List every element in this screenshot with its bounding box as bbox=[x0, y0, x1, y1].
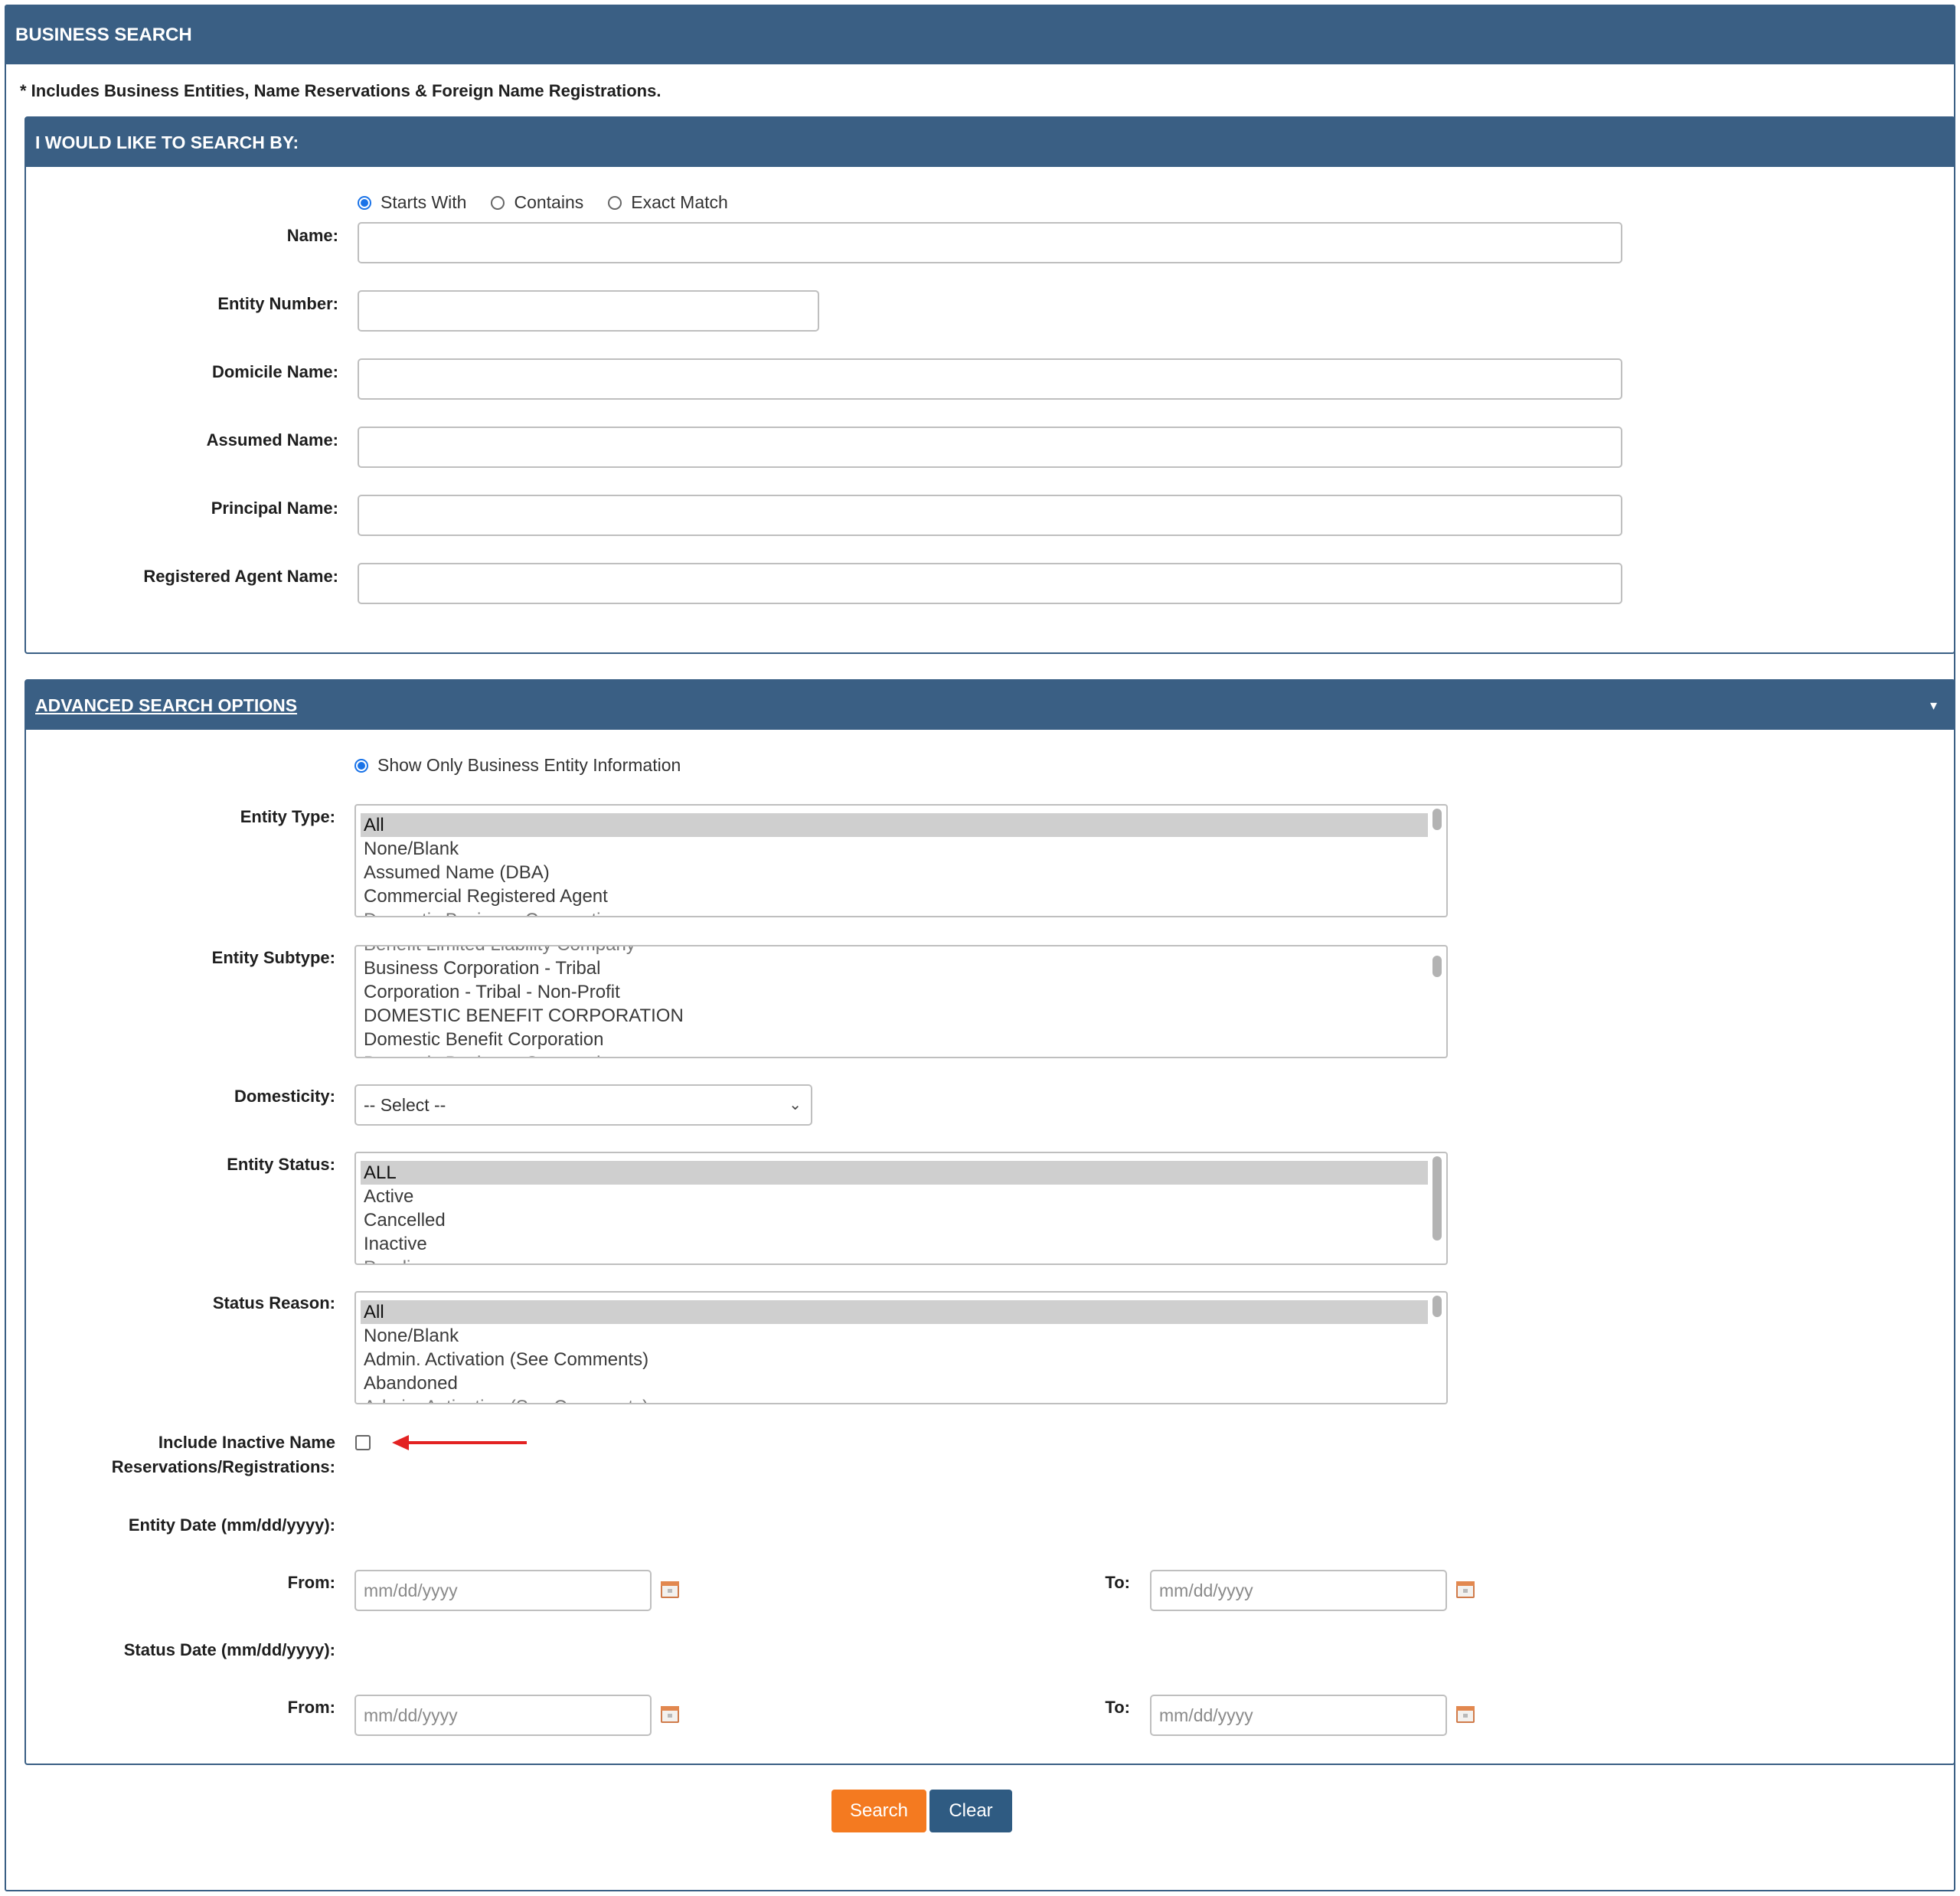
entity-subtype-label: Entity Subtype: bbox=[211, 948, 335, 967]
clear-button[interactable]: Clear bbox=[929, 1790, 1012, 1832]
list-option[interactable]: Admin. Activation (See Comments) bbox=[361, 1395, 1428, 1403]
entity-date-from-label: From: bbox=[287, 1573, 335, 1592]
status-date-to-label: To: bbox=[1105, 1698, 1130, 1717]
assumed-name-label: Assumed Name: bbox=[206, 430, 338, 449]
domesticity-selected-value: -- Select -- bbox=[364, 1095, 446, 1115]
principal-name-label: Principal Name: bbox=[211, 499, 338, 518]
include-inactive-label: Include Inactive Name Reservations/Regis… bbox=[111, 1433, 335, 1476]
domesticity-label: Domesticity: bbox=[234, 1087, 335, 1106]
name-label: Name: bbox=[286, 226, 338, 245]
list-option[interactable]: None/Blank bbox=[361, 1324, 1428, 1348]
list-option[interactable]: Benefit Limited Liability Company bbox=[361, 946, 1428, 956]
domicile-name-input[interactable] bbox=[358, 358, 1622, 400]
match-mode-contains[interactable]: Contains bbox=[491, 192, 583, 213]
list-option[interactable]: Pending bbox=[361, 1256, 1428, 1263]
calendar-icon[interactable] bbox=[1456, 1581, 1475, 1598]
list-option[interactable]: Abandoned bbox=[361, 1371, 1428, 1395]
entity-date-to-label: To: bbox=[1105, 1573, 1130, 1592]
show-only-entity-option[interactable]: Show Only Business Entity Information bbox=[354, 755, 681, 776]
page-title: BUSINESS SEARCH bbox=[6, 6, 1954, 64]
list-option[interactable]: Cancelled bbox=[361, 1208, 1428, 1232]
list-option[interactable]: Active bbox=[361, 1185, 1428, 1208]
status-date-from-label: From: bbox=[287, 1698, 335, 1717]
status-reason-listbox[interactable]: All None/Blank Admin. Activation (See Co… bbox=[354, 1291, 1448, 1404]
status-date-label: Status Date (mm/dd/yyyy): bbox=[123, 1640, 335, 1659]
domesticity-select[interactable]: -- Select -- ⌄ bbox=[354, 1084, 812, 1126]
advanced-options-toggle-link[interactable]: ADVANCED SEARCH OPTIONS bbox=[35, 695, 297, 715]
scrollbar-thumb[interactable] bbox=[1432, 956, 1442, 977]
principal-name-input[interactable] bbox=[358, 495, 1622, 536]
entity-date-to-input[interactable] bbox=[1150, 1570, 1447, 1611]
entity-date-label: Entity Date (mm/dd/yyyy): bbox=[128, 1515, 335, 1535]
red-arrow-annotation bbox=[392, 1435, 527, 1450]
entity-number-label: Entity Number: bbox=[217, 294, 338, 313]
entity-status-label: Entity Status: bbox=[227, 1155, 335, 1174]
list-option[interactable]: Domestic Business Corporation bbox=[361, 1051, 1428, 1057]
list-option[interactable]: All bbox=[361, 813, 1428, 837]
status-date-from-input[interactable] bbox=[354, 1695, 652, 1736]
assumed-name-input[interactable] bbox=[358, 427, 1622, 468]
radio-selected-icon[interactable] bbox=[354, 758, 368, 773]
entity-type-listbox[interactable]: All None/Blank Assumed Name (DBA) Commer… bbox=[354, 804, 1448, 917]
scrollbar-thumb[interactable] bbox=[1432, 1296, 1442, 1317]
list-option[interactable]: Assumed Name (DBA) bbox=[361, 861, 1428, 884]
list-option[interactable]: DOMESTIC BENEFIT CORPORATION bbox=[361, 1004, 1428, 1028]
entity-date-from-input[interactable] bbox=[354, 1570, 652, 1611]
scrollbar-thumb[interactable] bbox=[1432, 809, 1442, 830]
list-option[interactable]: ALL bbox=[361, 1161, 1428, 1185]
radio-icon[interactable] bbox=[491, 195, 505, 210]
list-option[interactable]: None/Blank bbox=[361, 837, 1428, 861]
include-inactive-checkbox[interactable] bbox=[355, 1435, 371, 1450]
entity-subtype-listbox[interactable]: Benefit Limited Liability Company Busine… bbox=[354, 945, 1448, 1058]
list-option[interactable]: Commercial Registered Agent bbox=[361, 884, 1428, 908]
calendar-icon[interactable] bbox=[661, 1581, 679, 1598]
name-input[interactable] bbox=[358, 222, 1622, 263]
radio-icon[interactable] bbox=[608, 195, 622, 210]
search-by-title: I WOULD LIKE TO SEARCH BY: bbox=[26, 118, 1954, 167]
calendar-icon[interactable] bbox=[1456, 1706, 1475, 1723]
advanced-options-header[interactable]: ADVANCED SEARCH OPTIONS ▾ bbox=[26, 681, 1954, 730]
search-scope-note: * Includes Business Entities, Name Reser… bbox=[20, 81, 662, 100]
radio-selected-icon[interactable] bbox=[358, 195, 371, 210]
status-reason-label: Status Reason: bbox=[212, 1293, 335, 1312]
chevron-down-icon: ⌄ bbox=[789, 1097, 802, 1113]
caret-down-icon[interactable]: ▾ bbox=[1930, 681, 1937, 730]
list-option[interactable]: Domestic Business Corporation bbox=[361, 908, 1428, 916]
list-option[interactable]: Corporation - Tribal - Non-Profit bbox=[361, 980, 1428, 1004]
list-option[interactable]: Admin. Activation (See Comments) bbox=[361, 1348, 1428, 1371]
match-mode-exact-match[interactable]: Exact Match bbox=[608, 192, 728, 213]
domicile-name-label: Domicile Name: bbox=[211, 362, 338, 381]
match-mode-starts-with[interactable]: Starts With bbox=[358, 192, 466, 213]
calendar-icon[interactable] bbox=[661, 1706, 679, 1723]
status-date-to-input[interactable] bbox=[1150, 1695, 1447, 1736]
entity-number-input[interactable] bbox=[358, 290, 819, 332]
list-option[interactable]: Domestic Benefit Corporation bbox=[361, 1028, 1428, 1051]
entity-type-label: Entity Type: bbox=[240, 807, 335, 826]
registered-agent-name-label: Registered Agent Name: bbox=[143, 567, 338, 586]
match-mode-group: Starts With Contains Exact Match bbox=[358, 192, 753, 213]
scrollbar-thumb[interactable] bbox=[1432, 1156, 1442, 1241]
entity-status-listbox[interactable]: ALL Active Cancelled Inactive Pending bbox=[354, 1152, 1448, 1265]
list-option[interactable]: Inactive bbox=[361, 1232, 1428, 1256]
list-option[interactable]: All bbox=[361, 1300, 1428, 1324]
registered-agent-name-input[interactable] bbox=[358, 563, 1622, 604]
search-button[interactable]: Search bbox=[831, 1790, 926, 1832]
list-option[interactable]: Business Corporation - Tribal bbox=[361, 956, 1428, 980]
